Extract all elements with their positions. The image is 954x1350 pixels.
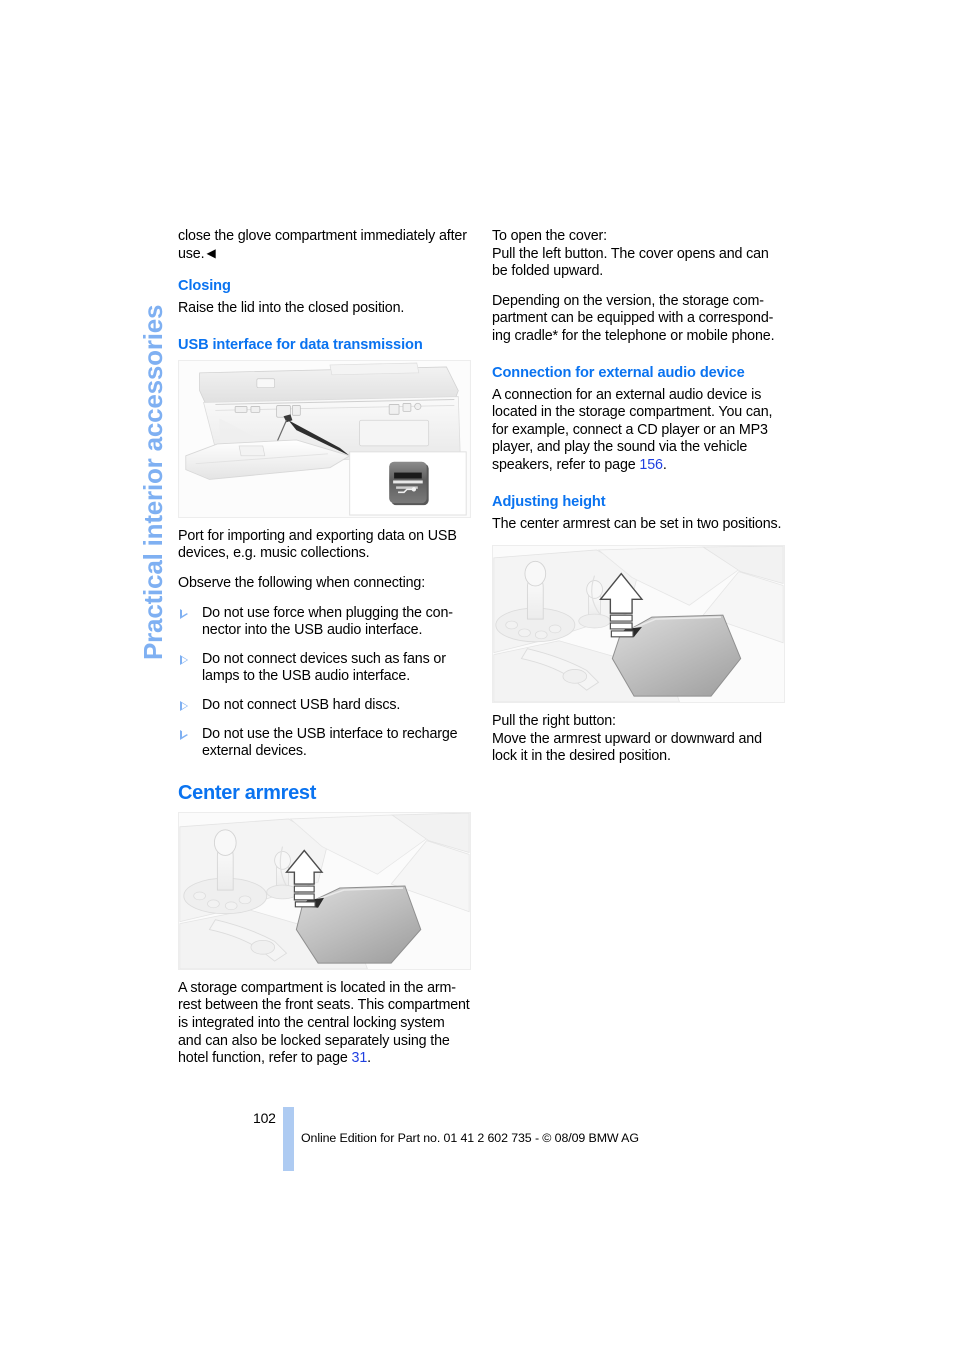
manual-page: Practical interior accessories close the… [0,0,954,1350]
page-footer: 102 Online Edition for Part no. 01 41 2 … [0,0,954,1350]
imprint-line: Online Edition for Part no. 01 41 2 602 … [301,1131,639,1145]
page-number: 102 [253,1110,276,1126]
folio-accent-bar [283,1107,294,1171]
